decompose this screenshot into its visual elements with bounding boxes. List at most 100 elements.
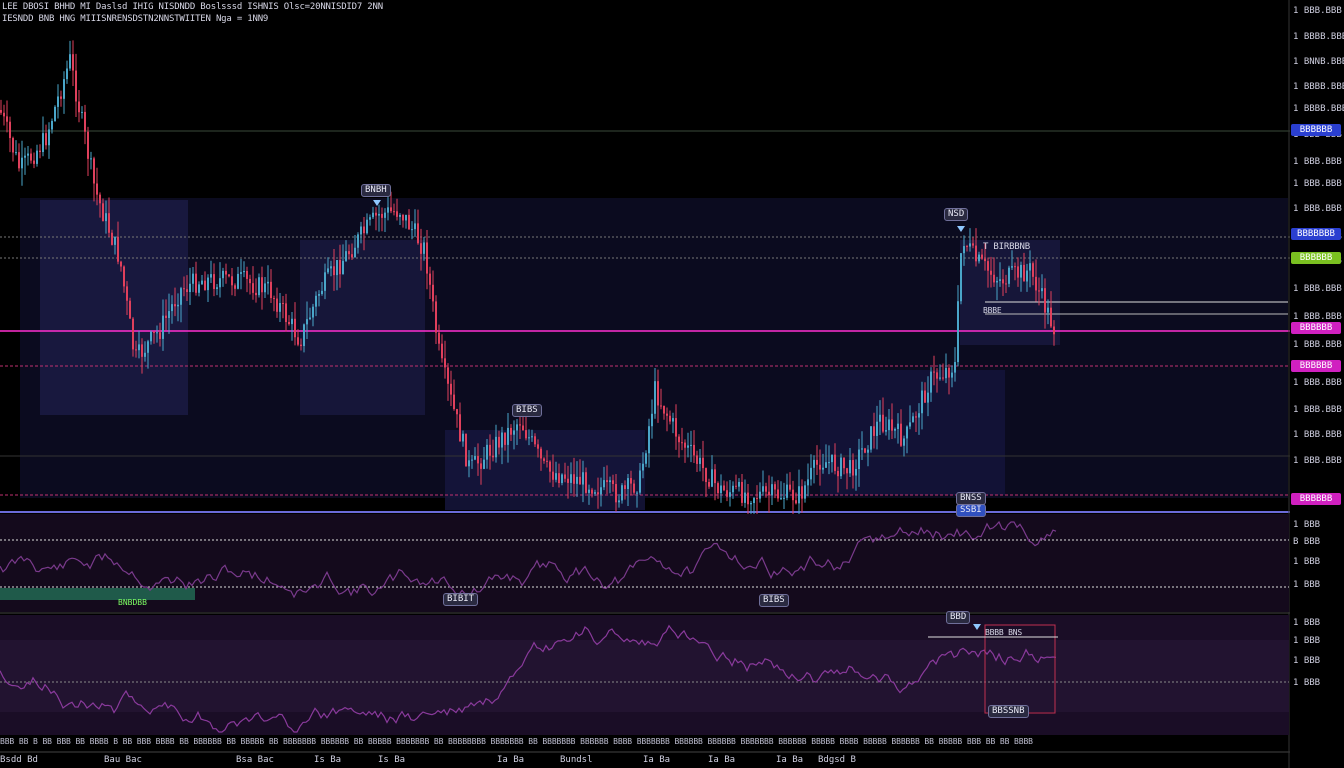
candle-body xyxy=(927,392,929,403)
price-tag[interactable]: BBBBBB xyxy=(1291,124,1341,136)
candle-body xyxy=(717,483,719,494)
time-axis-label: Bundsl xyxy=(560,755,593,765)
candle-body xyxy=(441,343,443,359)
candle-body xyxy=(651,413,653,427)
zone-box xyxy=(820,370,1005,495)
candle-body xyxy=(990,270,992,275)
candle-body xyxy=(867,449,869,453)
candle-body xyxy=(492,455,494,458)
price-axis-label: 1 BNNB.BBB xyxy=(1293,57,1344,67)
candle-body xyxy=(321,290,323,295)
price-tag[interactable]: BBBBBB xyxy=(1291,322,1341,334)
candle-body xyxy=(114,236,116,245)
candle-body xyxy=(318,294,320,296)
candle-body xyxy=(402,215,404,221)
candle-body xyxy=(228,274,230,277)
candle-body xyxy=(804,485,806,499)
candle-body xyxy=(144,352,146,357)
candle-body xyxy=(546,460,548,462)
candle-body xyxy=(444,358,446,368)
swing-label[interactable]: BIBS xyxy=(512,404,542,417)
candle-body xyxy=(636,492,638,494)
candle-body xyxy=(66,68,68,80)
price-tag[interactable]: BBBBBBB xyxy=(1291,228,1341,240)
osc2-bottom-label[interactable]: BBSSNB xyxy=(988,705,1029,718)
candle-body xyxy=(660,405,662,407)
osc-low-label[interactable]: BIBS xyxy=(759,594,789,607)
candle-body xyxy=(543,458,545,461)
candle-body xyxy=(879,414,881,422)
candle-body xyxy=(987,261,989,271)
candle-body xyxy=(984,258,986,262)
candle-body xyxy=(15,152,17,154)
candle-body xyxy=(759,491,761,499)
candle-body xyxy=(666,413,668,416)
candle-body xyxy=(351,254,353,258)
price-axis-label: 1 BBB.BBB xyxy=(1293,6,1342,16)
candle-body xyxy=(642,463,644,471)
candle-body xyxy=(876,421,878,436)
osc-low-label[interactable]: BIBIT xyxy=(443,593,479,606)
price-tag[interactable]: BBBBBB xyxy=(1291,493,1341,505)
candle-body xyxy=(726,490,728,497)
candle-body xyxy=(597,492,599,495)
candle-body xyxy=(570,474,572,483)
candle-body xyxy=(684,442,686,448)
price-tag[interactable]: BBBBBB xyxy=(1291,252,1341,264)
candle-body xyxy=(429,273,431,285)
candle-body xyxy=(138,344,140,351)
candle-body xyxy=(846,468,848,474)
candle-body xyxy=(75,70,77,102)
candle-body xyxy=(333,266,335,276)
candle-body xyxy=(57,96,59,107)
peak-label[interactable]: BNBH xyxy=(361,184,391,197)
candle-body xyxy=(273,298,275,300)
candle-body xyxy=(1023,264,1025,282)
candle-body xyxy=(375,212,377,216)
candle-body xyxy=(732,485,734,493)
candle-body xyxy=(261,277,263,293)
candle-body xyxy=(243,270,245,273)
candle-body xyxy=(78,101,80,113)
candle-body xyxy=(657,381,659,406)
candle-body xyxy=(237,273,239,289)
candle-body xyxy=(396,211,398,217)
price-axis-label: 1 BBB.BBB xyxy=(1293,430,1342,440)
candle-body xyxy=(831,454,833,463)
time-axis-label: Bsdd Bd xyxy=(0,755,38,765)
candle-body xyxy=(819,464,821,470)
candle-body xyxy=(939,377,941,379)
candle-body xyxy=(231,276,233,286)
candle-body xyxy=(390,207,392,212)
candle-body xyxy=(573,474,575,484)
candle-body xyxy=(801,486,803,499)
candle-body xyxy=(558,473,560,484)
candle-body xyxy=(531,436,533,438)
candle-body xyxy=(183,288,185,290)
candle-body xyxy=(0,110,2,113)
peak-label[interactable]: NSD xyxy=(944,208,969,221)
candle-body xyxy=(789,484,791,490)
candle-body xyxy=(1041,288,1043,292)
osc-axis-label: 1 BBB xyxy=(1293,520,1321,530)
candle-body xyxy=(252,283,254,293)
price-axis-label: 1 BBB.BBB xyxy=(1293,312,1342,322)
candle-body xyxy=(750,503,752,505)
candle-body xyxy=(1005,283,1007,285)
price-chart[interactable] xyxy=(0,0,1344,768)
candle-body xyxy=(384,212,386,218)
separator-tag-2[interactable]: SSBI xyxy=(956,504,986,517)
candle-body xyxy=(267,281,269,284)
candle-body xyxy=(363,226,365,234)
candle-body xyxy=(1011,266,1013,268)
candle-body xyxy=(936,372,938,379)
candle-body xyxy=(513,430,515,435)
zone-box xyxy=(20,198,1288,498)
osc2-marker-label[interactable]: BBD xyxy=(946,611,971,624)
price-axis-label: 1 BBB.BBB xyxy=(1293,405,1342,415)
zone-layer xyxy=(20,198,1288,510)
candle-body xyxy=(201,280,203,285)
price-tag[interactable]: BBBBBB xyxy=(1291,360,1341,372)
candle-body xyxy=(93,158,95,184)
time-axis-label: Bau Bac xyxy=(104,755,142,765)
